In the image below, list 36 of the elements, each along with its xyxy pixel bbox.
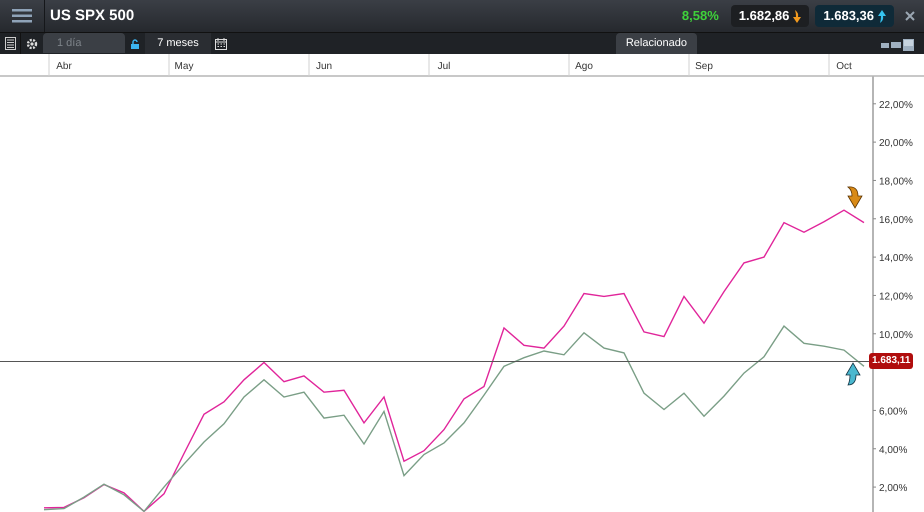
y-axis-label: 2,00% xyxy=(879,483,908,494)
related-tab[interactable]: Relacionado xyxy=(616,33,697,54)
list-icon xyxy=(4,37,16,50)
month-label: Abr xyxy=(56,61,72,72)
y-axis-label: 12,00% xyxy=(879,291,913,302)
settings-icon xyxy=(26,38,38,50)
month-label: Oct xyxy=(836,61,852,72)
month-label: Jul xyxy=(438,61,450,72)
buy-price-button[interactable]: 1.683,36 xyxy=(815,5,894,27)
range-button[interactable]: 7 meses xyxy=(145,33,211,54)
down-arrow-icon xyxy=(793,10,802,22)
y-axis-label: 14,00% xyxy=(879,253,913,264)
interval-field[interactable]: 1 día xyxy=(43,33,125,53)
y-axis-label: 10,00% xyxy=(879,330,913,341)
y-axis-label: 6,00% xyxy=(879,406,908,418)
close-icon xyxy=(905,11,915,21)
calendar-icon xyxy=(215,38,227,50)
buy-marker-icon xyxy=(846,362,860,386)
instrument-title: US SPX 500 xyxy=(50,6,134,26)
y-axis-label: 18,00% xyxy=(879,176,913,188)
month-label: Jun xyxy=(316,61,332,72)
y-axis-label: 20,00% xyxy=(879,138,913,150)
sell-price-button[interactable]: 1.682,86 xyxy=(730,5,810,27)
menu-icon xyxy=(12,9,32,23)
current-price-label: 1.683,11 xyxy=(869,353,914,369)
lock-icon xyxy=(131,38,139,48)
y-axis-label: 16,00% xyxy=(879,214,913,226)
y-axis-label: 4,00% xyxy=(879,444,908,456)
up-arrow-icon xyxy=(878,10,886,22)
sell-marker-icon xyxy=(848,186,862,208)
month-label: Ago xyxy=(575,61,593,72)
month-label: Sep xyxy=(695,61,713,72)
change-percent: 8,58% xyxy=(682,7,719,26)
small-view-icon[interactable] xyxy=(881,42,889,48)
y-axis-label: 22,00% xyxy=(879,100,913,111)
month-label: May xyxy=(174,61,194,72)
